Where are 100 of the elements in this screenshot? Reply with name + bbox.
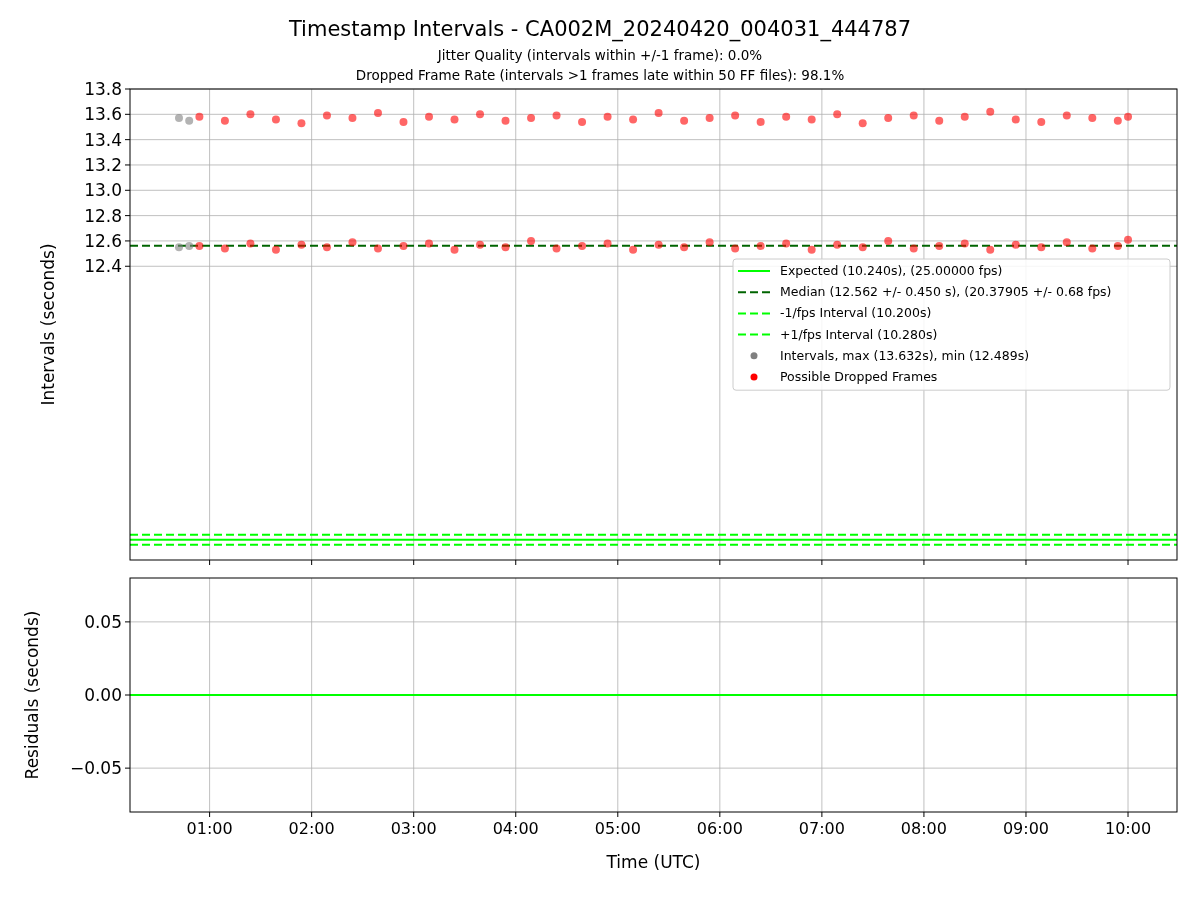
x-tick-label: 04:00 — [492, 819, 539, 838]
data-point — [1088, 244, 1097, 253]
data-point — [960, 112, 969, 121]
data-point — [1011, 240, 1020, 249]
data-point — [220, 116, 229, 125]
data-point — [1113, 242, 1122, 250]
y-tick-label: 13.2 — [84, 154, 122, 175]
data-point — [756, 117, 765, 126]
data-point — [705, 238, 714, 247]
data-point — [629, 245, 638, 254]
data-point — [552, 244, 561, 253]
data-point — [1037, 117, 1046, 126]
data-point — [297, 240, 306, 249]
data-point — [833, 240, 842, 249]
y-tick-label: 12.6 — [84, 230, 122, 251]
data-point — [220, 244, 229, 253]
x-tick-label: 05:00 — [594, 819, 641, 838]
data-point — [1124, 235, 1132, 244]
x-tick-label: 02:00 — [288, 819, 335, 838]
data-point — [297, 119, 306, 128]
data-point — [578, 117, 587, 126]
chart-subtitle: Dropped Frame Rate (intervals >1 frames late within 50 FF files): 98.1% — [355, 66, 845, 85]
data-point — [705, 114, 714, 123]
data-point — [680, 116, 689, 125]
data-point — [884, 236, 893, 245]
data-point — [782, 239, 791, 248]
legend-label: Intervals, max (13.632s), min (12.489s) — [780, 347, 1030, 363]
data-point — [246, 239, 255, 248]
data-point — [858, 119, 867, 128]
x-axis-label: Time (UTC) — [606, 852, 701, 872]
data-point — [654, 240, 663, 249]
data-point — [348, 238, 357, 247]
data-point — [1124, 112, 1132, 121]
data-point — [986, 107, 995, 116]
data-point — [858, 243, 867, 252]
data-point — [782, 112, 791, 121]
data-point — [425, 239, 433, 248]
data-point — [807, 245, 816, 254]
y-tick-label: 12.4 — [84, 256, 122, 277]
data-point — [501, 116, 510, 125]
legend-label: Possible Dropped Frames — [780, 369, 938, 384]
data-point — [935, 242, 944, 250]
data-point — [1088, 114, 1097, 123]
data-point — [603, 112, 612, 121]
data-point — [552, 111, 561, 120]
x-tick-label: 03:00 — [390, 819, 437, 838]
data-point — [271, 115, 280, 124]
data-point — [476, 110, 484, 119]
y-tick-label: 13.8 — [84, 79, 122, 99]
data-point — [527, 114, 536, 123]
data-point — [756, 242, 765, 250]
data-point — [603, 239, 612, 248]
data-point — [450, 115, 459, 124]
data-point — [884, 114, 893, 123]
data-point — [731, 111, 740, 120]
data-point — [1113, 116, 1122, 125]
data-point — [175, 243, 183, 252]
y-axis-label: Residuals (seconds) — [22, 610, 42, 780]
y-tick-label: −0.05 — [69, 758, 122, 779]
data-point — [322, 111, 331, 120]
y-tick-label: 0.00 — [84, 685, 122, 705]
data-point — [807, 115, 816, 124]
data-point — [527, 236, 536, 245]
data-point — [175, 114, 183, 123]
y-tick-label: 12.8 — [84, 205, 122, 226]
data-point — [476, 240, 484, 249]
y-tick-label: 13.4 — [84, 129, 122, 150]
x-tick-label: 08:00 — [900, 819, 947, 838]
chart-subtitle: Jitter Quality (intervals within +/-1 frame): 0.0% — [437, 46, 763, 65]
data-point — [195, 112, 204, 121]
x-tick-label: 07:00 — [798, 819, 845, 838]
data-point — [271, 245, 280, 254]
data-point — [373, 244, 382, 253]
data-point — [654, 109, 663, 118]
data-point — [731, 244, 740, 253]
data-point — [246, 110, 255, 119]
data-point — [501, 243, 510, 252]
y-tick-label: 13.6 — [84, 104, 122, 125]
data-point — [909, 111, 918, 120]
data-point — [425, 112, 433, 121]
x-tick-label: 09:00 — [1002, 819, 1050, 838]
legend-label: +1/fps Interval (10.280s) — [780, 326, 938, 342]
chart-title: Timestamp Intervals - CA002M_20240420_004031_444787 — [288, 17, 912, 41]
data-point — [1062, 238, 1071, 247]
legend-label: -1/fps Interval (10.200s) — [780, 305, 932, 321]
x-tick-label: 06:00 — [696, 819, 743, 838]
legend-label: Median (12.562 +/- 0.450 s), (20.37905 +/- 0.68 fps) — [780, 284, 1112, 300]
data-point — [348, 114, 357, 123]
data-point — [935, 116, 944, 125]
x-tick-label: 01:00 — [186, 819, 233, 838]
data-point — [960, 239, 969, 248]
data-point — [1062, 111, 1071, 120]
data-point — [1011, 115, 1020, 124]
y-tick-label: 0.05 — [84, 611, 122, 632]
data-point — [909, 244, 918, 253]
legend-label: Expected (10.240s), (25.00000 fps) — [780, 263, 1003, 278]
data-point — [833, 110, 842, 119]
data-point — [322, 243, 331, 252]
data-point — [373, 109, 382, 118]
data-point — [986, 245, 995, 254]
